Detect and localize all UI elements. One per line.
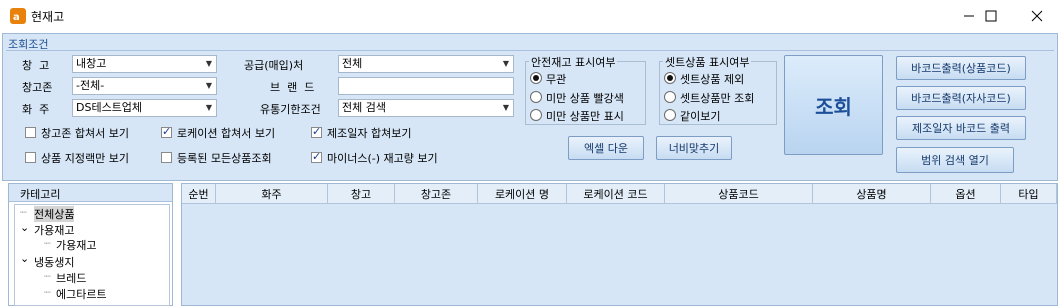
close-button[interactable] [1014, 0, 1060, 32]
tree-connector: ┈ [44, 286, 51, 299]
svg-text:a: a [13, 12, 20, 23]
set-radio-only[interactable] [664, 91, 676, 103]
safety-option-label: 미만 상품만 표시 [546, 110, 624, 123]
chevron-down-icon: ▼ [502, 59, 509, 68]
column-header[interactable]: 순번 [182, 184, 216, 204]
barcode-mfgdate-button[interactable]: 제조일자 바코드 출력 [896, 116, 1026, 140]
column-header[interactable]: 로케이션 코드 [567, 184, 665, 204]
tree-connector: ┈ [44, 270, 51, 283]
divider [6, 50, 1054, 51]
negative-stock-checkbox[interactable] [311, 150, 322, 163]
warehouse-combo[interactable]: 내창고 ▼ [72, 55, 217, 73]
close-icon [1031, 10, 1043, 22]
column-header[interactable]: 상품코드 [665, 184, 813, 204]
tree-node[interactable]: 브레드 [56, 270, 86, 286]
merge-location-label: 로케이션 합쳐서 보기 [177, 127, 276, 140]
merge-zone-checkbox[interactable] [25, 127, 36, 138]
chevron-down-icon: ▼ [205, 59, 212, 68]
safety-radio-red[interactable] [530, 91, 542, 103]
owner-value: DS테스트업체 [76, 101, 143, 114]
tree-node[interactable]: 에그타르트 [56, 286, 107, 302]
zone-label: 창고존 [22, 81, 53, 94]
title-bar [0, 0, 1062, 32]
excel-download-button[interactable]: 엑셀 다운 [568, 136, 644, 160]
merge-mfgdate-label: 제조일자 합쳐보기 [327, 127, 412, 140]
barcode-company-button[interactable]: 바코드출력(자사코드) [896, 86, 1026, 110]
range-search-button[interactable]: 범위 검색 열기 [896, 147, 1014, 173]
tree-node[interactable]: 냉동생지 [34, 254, 74, 270]
safety-option-label: 무관 [546, 73, 567, 86]
grid-header: 순번 화주 창고 창고존 로케이션 명 로케이션 코드 상품코드 상품명 옵션 … [182, 184, 1057, 204]
chevron-down-icon: ▼ [205, 81, 212, 90]
tree-node-all[interactable]: 전체상품 [34, 206, 75, 222]
tree-node[interactable]: 가용재고 [34, 222, 74, 238]
tree-connector: ┈ [20, 206, 27, 219]
tree-connector: ┈ [44, 237, 51, 250]
set-option-label: 같이보기 [680, 110, 721, 123]
zone-value: -전체- [76, 79, 105, 92]
chevron-down-icon[interactable]: ⌄ [20, 252, 29, 265]
warehouse-value: 내창고 [76, 57, 107, 70]
category-title: 카테고리 [20, 188, 61, 201]
expiry-combo[interactable]: 전체 검색 ▼ [338, 99, 514, 117]
supplier-label: 공급(매입)처 [244, 59, 304, 72]
zone-combo[interactable]: -전체- ▼ [72, 77, 217, 95]
brand-label: 브 랜 드 [270, 81, 315, 94]
barcode-product-button[interactable]: 바코드출력(상품코드) [896, 56, 1026, 80]
all-products-label: 등록된 모든상품조회 [177, 152, 272, 165]
expiry-label: 유통기한조건 [260, 103, 321, 116]
owner-combo[interactable]: DS테스트업체 ▼ [72, 99, 217, 117]
safety-stock-group-title: 안전재고 표시여부 [529, 54, 618, 70]
column-header[interactable]: 창고존 [395, 184, 478, 204]
rack-only-label: 상품 지정랙만 보기 [41, 152, 129, 165]
merge-zone-label: 창고존 합쳐서 보기 [41, 127, 129, 140]
tree-node[interactable]: 가용재고 [56, 237, 96, 253]
set-option-label: 셋트상품 제외 [680, 73, 745, 86]
supplier-value: 전체 [342, 57, 363, 70]
supplier-combo[interactable]: 전체 ▼ [338, 55, 514, 73]
expiry-value: 전체 검색 [342, 101, 386, 114]
set-option-label: 셋트상품만 조회 [680, 92, 755, 105]
maximize-button[interactable] [968, 0, 1014, 32]
safety-option-label: 미만 상품 빨강색 [546, 92, 624, 105]
all-products-checkbox[interactable] [161, 152, 172, 163]
maximize-icon [985, 10, 997, 22]
app-icon: a [10, 8, 26, 24]
chevron-down-icon: ▼ [205, 103, 212, 112]
chevron-down-icon: ▼ [502, 103, 509, 112]
column-header[interactable]: 상품명 [813, 184, 931, 204]
merge-mfgdate-checkbox[interactable] [311, 125, 322, 138]
safety-radio-only[interactable] [530, 109, 542, 121]
owner-label: 화 주 [22, 103, 50, 116]
column-header[interactable]: 창고 [328, 184, 395, 204]
set-radio-both[interactable] [664, 109, 676, 121]
column-header[interactable]: 옵션 [931, 184, 1001, 204]
search-button[interactable]: 조회 [784, 55, 883, 155]
fit-width-button[interactable]: 너비맞추기 [656, 136, 732, 160]
set-product-group-title: 셋트상품 표시여부 [663, 54, 752, 70]
set-radio-exclude[interactable] [664, 72, 676, 84]
rack-only-checkbox[interactable] [25, 152, 36, 163]
column-header[interactable]: 로케이션 명 [478, 184, 567, 204]
window-title: 현재고 [31, 10, 65, 24]
brand-field[interactable] [338, 77, 514, 95]
merge-location-checkbox[interactable] [161, 125, 172, 138]
safety-radio-any[interactable] [530, 72, 542, 84]
column-header[interactable]: 타입 [1001, 184, 1057, 204]
column-header[interactable]: 화주 [216, 184, 328, 204]
chevron-down-icon[interactable]: ⌄ [20, 221, 29, 234]
warehouse-label: 창 고 [22, 59, 50, 72]
negative-stock-label: 마이너스(-) 재고량 보기 [327, 152, 438, 165]
